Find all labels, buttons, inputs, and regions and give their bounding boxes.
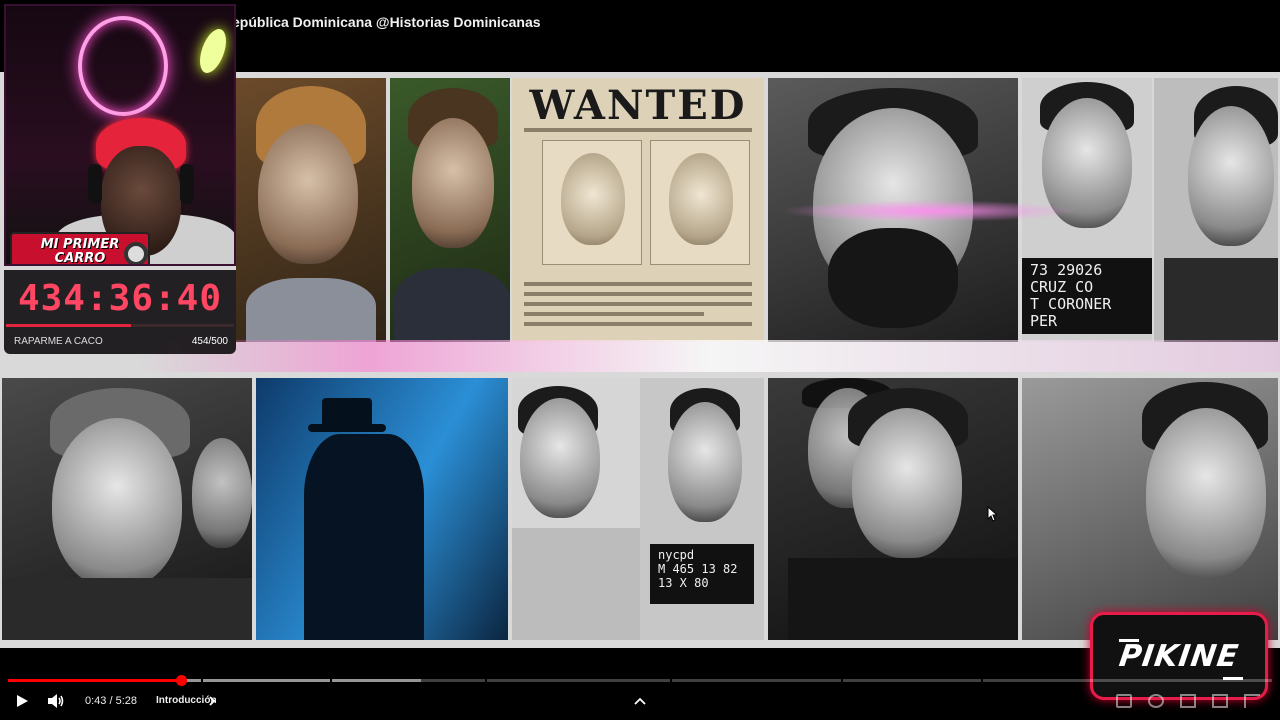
right-controls bbox=[1116, 694, 1260, 708]
photo-tile bbox=[256, 378, 508, 640]
progress-played bbox=[8, 679, 182, 682]
headphone-icon bbox=[88, 164, 102, 204]
wanted-headline: WANTED bbox=[529, 82, 747, 129]
brand-logo: PIKINE bbox=[1090, 612, 1268, 700]
goal-progress-fill bbox=[6, 324, 132, 327]
wheel-icon bbox=[124, 242, 148, 264]
mouse-cursor-icon bbox=[987, 505, 999, 527]
progress-bar[interactable] bbox=[8, 675, 1272, 686]
chevron-up-icon[interactable] bbox=[633, 694, 647, 712]
timer-value: 434:36:40 bbox=[17, 278, 223, 319]
settings-icon[interactable] bbox=[1148, 694, 1164, 708]
subathon-timer: 434:36:40 RAPARME A CACO 454/500 bbox=[4, 270, 236, 354]
booking-placard: 73 29026 CRUZ CO T CORONER PER bbox=[1022, 258, 1152, 334]
progress-scrubber[interactable] bbox=[176, 675, 188, 686]
goal-label: RAPARME A CACO bbox=[14, 336, 103, 347]
mugshot-tile: nycpd M 465 13 82 13 X 80 bbox=[640, 378, 764, 640]
photo-tile bbox=[390, 78, 510, 342]
placard-line: M 465 13 82 bbox=[658, 562, 738, 576]
photo-tile bbox=[768, 378, 1018, 640]
fullscreen-icon[interactable] bbox=[1244, 694, 1260, 708]
video-title: epública Dominicana @Historias Dominican… bbox=[232, 14, 541, 30]
photo-tile bbox=[2, 378, 252, 640]
booking-placard: nycpd M 465 13 82 13 X 80 bbox=[650, 544, 754, 604]
headphone-icon bbox=[180, 164, 194, 204]
goal-count: 454/500 bbox=[191, 336, 228, 347]
play-icon bbox=[17, 695, 28, 707]
streamer-webcam: MI PRIMER CARRO bbox=[4, 4, 236, 266]
theater-icon[interactable] bbox=[1212, 694, 1228, 708]
brand-logo-text: PIKINE bbox=[1116, 639, 1242, 674]
video-player[interactable]: epública Dominicana @Historias Dominican… bbox=[0, 0, 1280, 720]
goal-progress-bar bbox=[6, 324, 234, 327]
play-button[interactable] bbox=[14, 690, 30, 712]
placard-line: PER bbox=[1030, 312, 1058, 330]
placard-line: 13 X 80 bbox=[658, 576, 709, 590]
mugshot-tile bbox=[1154, 78, 1278, 342]
placard-line: nycpd bbox=[658, 548, 695, 562]
light-flare bbox=[140, 340, 1280, 372]
mugshot-tile: 73 29026 CRUZ CO T CORONER PER bbox=[1022, 78, 1152, 342]
volume-icon bbox=[48, 694, 64, 708]
photo-tile bbox=[236, 78, 386, 342]
placard-number: 73 29026 bbox=[1030, 261, 1103, 279]
photo-tile bbox=[768, 78, 1018, 342]
subtitles-icon[interactable] bbox=[1116, 694, 1132, 708]
chevron-right-icon[interactable] bbox=[207, 694, 217, 712]
miniplayer-icon[interactable] bbox=[1180, 694, 1196, 708]
mugshot-tile bbox=[512, 378, 640, 640]
neon-banana bbox=[194, 25, 232, 77]
volume-button[interactable] bbox=[47, 690, 65, 712]
neon-logo bbox=[78, 16, 168, 116]
placard-line: T CORONER bbox=[1030, 295, 1112, 313]
placard-line: CRUZ CO bbox=[1030, 278, 1094, 296]
photo-tile bbox=[1022, 378, 1278, 640]
wanted-poster: WANTED bbox=[512, 78, 764, 342]
time-display: 0:43 / 5:28 bbox=[85, 695, 137, 707]
